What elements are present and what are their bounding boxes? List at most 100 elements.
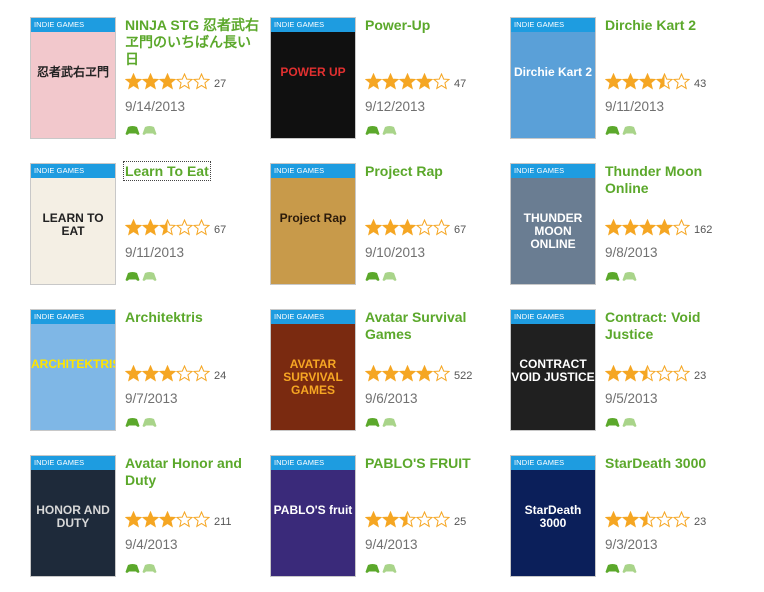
controller-icons [605,123,641,135]
star-rating: 47 [365,73,466,95]
star-icon [176,73,193,95]
cover-art-text: CONTRACT VOID JUSTICE [511,357,595,384]
game-title-link[interactable]: Learn To Eat [123,161,211,181]
star-icon [382,511,399,533]
game-tile[interactable]: INDIE GAMES Project Rap Project Rap 67 9/10/… [270,163,500,293]
controller-icons [125,123,161,135]
game-title-link[interactable]: Avatar Honor and Duty [125,455,260,489]
star-icon [176,511,193,533]
game-title-link[interactable]: PABLO'S FRUIT [365,455,500,472]
game-cover[interactable]: INDIE GAMES POWER UP [270,17,356,139]
star-icon [142,365,159,387]
release-date: 9/10/2013 [365,245,426,260]
controller-outline-icon [142,415,157,427]
controller-icon [365,561,380,573]
star-icon [416,73,433,95]
game-cover[interactable]: INDIE GAMES AVATAR SURVIVAL GAMES [270,309,356,431]
star-icon [193,73,210,95]
game-title-link[interactable]: Thunder Moon Online [605,163,740,197]
game-title-link[interactable]: Power-Up [365,17,500,34]
star-icon [656,73,673,95]
star-icon [433,73,450,95]
game-cover[interactable]: INDIE GAMES PABLO'S fruit [270,455,356,577]
controller-icons [365,561,401,573]
controller-icon [125,415,140,427]
controller-icon [125,123,140,135]
cover-art-text: 忍者武右ヱ門 [36,65,109,79]
star-icon [605,73,622,95]
star-icon [656,511,673,533]
indie-games-band: INDIE GAMES [271,164,355,178]
game-tile[interactable]: INDIE GAMES AVATAR SURVIVAL GAMES Avatar S… [270,309,500,439]
game-tile[interactable]: INDIE GAMES THUNDER MOON ONLINE Thunder Mo… [510,163,740,293]
star-icon [382,73,399,95]
controller-outline-icon [622,269,637,281]
star-icon [433,511,450,533]
star-icon [382,219,399,241]
game-tile[interactable]: INDIE GAMES POWER UP Power-Up 47 9/12/2013 [270,17,500,147]
star-rating: 23 [605,511,706,533]
star-icon [399,73,416,95]
game-title-link[interactable]: Contract: Void Justice [605,309,740,343]
game-title-link[interactable]: Project Rap [365,163,500,180]
star-rating: 211 [125,511,232,533]
star-icon [142,219,159,241]
cover-art-text: HONOR AND DUTY [36,503,110,530]
game-cover[interactable]: INDIE GAMES 忍者武右ヱ門 [30,17,116,139]
rating-count: 67 [214,224,227,236]
game-tile[interactable]: INDIE GAMES PABLO'S fruit PABLO'S FRUIT 25… [270,455,500,585]
star-icon [605,511,622,533]
star-icon [605,219,622,241]
game-cover[interactable]: INDIE GAMES ARCHITEKTRIS [30,309,116,431]
cover-art-text: POWER UP [280,65,346,79]
star-icon [399,219,416,241]
controller-outline-icon [382,269,397,281]
game-tile[interactable]: INDIE GAMES LEARN TO EAT Learn To Eat 67 9/… [30,161,260,293]
star-icon [673,219,690,241]
star-icon [433,219,450,241]
star-icon [365,365,382,387]
game-title-link[interactable]: Architektris [125,309,260,326]
game-tile[interactable]: INDIE GAMES 忍者武右ヱ門 NINJA STG 忍者武右ヱ門のいちばん長い… [30,17,260,147]
release-date: 9/11/2013 [605,99,665,114]
release-date: 9/14/2013 [125,99,186,114]
star-rating: 522 [365,365,472,387]
cover-art-text: LEARN TO EAT [42,211,104,238]
game-title-link[interactable]: Avatar Survival Games [365,309,500,343]
controller-icon [605,269,620,281]
game-tile[interactable]: INDIE GAMES StarDeath 3000 StarDeath 3000 … [510,455,740,585]
game-info: StarDeath 3000 23 9/3/2013 [605,455,740,573]
indie-games-band: INDIE GAMES [31,164,115,178]
star-icon [142,511,159,533]
game-tile[interactable]: INDIE GAMES HONOR AND DUTY Avatar Honor an… [30,455,260,585]
game-cover[interactable]: INDIE GAMES Project Rap [270,163,356,285]
cover-art-text: StarDeath 3000 [524,503,582,530]
rating-count: 43 [694,78,707,90]
indie-games-band: INDIE GAMES [511,18,595,32]
star-icon [622,511,639,533]
game-tile[interactable]: INDIE GAMES Dirchie Kart 2 Dirchie Kart 2 … [510,17,740,147]
controller-outline-icon [142,561,157,573]
controller-icons [605,561,641,573]
game-title-link[interactable]: NINJA STG 忍者武右ヱ門のいちばん長い日 [125,17,260,68]
game-title-link[interactable]: Dirchie Kart 2 [605,17,740,34]
star-icon [656,219,673,241]
game-cover[interactable]: INDIE GAMES THUNDER MOON ONLINE [510,163,596,285]
star-icon [673,365,690,387]
star-icon [433,365,450,387]
star-icon [622,73,639,95]
game-cover[interactable]: INDIE GAMES HONOR AND DUTY [30,455,116,577]
game-title-link[interactable]: StarDeath 3000 [605,455,740,472]
cover-art-text: AVATAR SURVIVAL GAMES [283,357,343,397]
game-cover[interactable]: INDIE GAMES StarDeath 3000 [510,455,596,577]
cover-art-text: THUNDER MOON ONLINE [523,211,583,251]
game-cover[interactable]: INDIE GAMES LEARN TO EAT [30,163,116,285]
game-tile[interactable]: INDIE GAMES CONTRACT VOID JUSTICE Contract… [510,309,740,439]
game-info: Dirchie Kart 2 43 9/11/2013 [605,17,740,135]
star-icon [416,219,433,241]
game-tile[interactable]: INDIE GAMES ARCHITEKTRIS Architektris 24 9/7… [30,309,260,439]
cover-art: ARCHITEKTRIS [31,324,115,430]
star-icon [125,511,142,533]
game-cover[interactable]: INDIE GAMES Dirchie Kart 2 [510,17,596,139]
game-cover[interactable]: INDIE GAMES CONTRACT VOID JUSTICE [510,309,596,431]
